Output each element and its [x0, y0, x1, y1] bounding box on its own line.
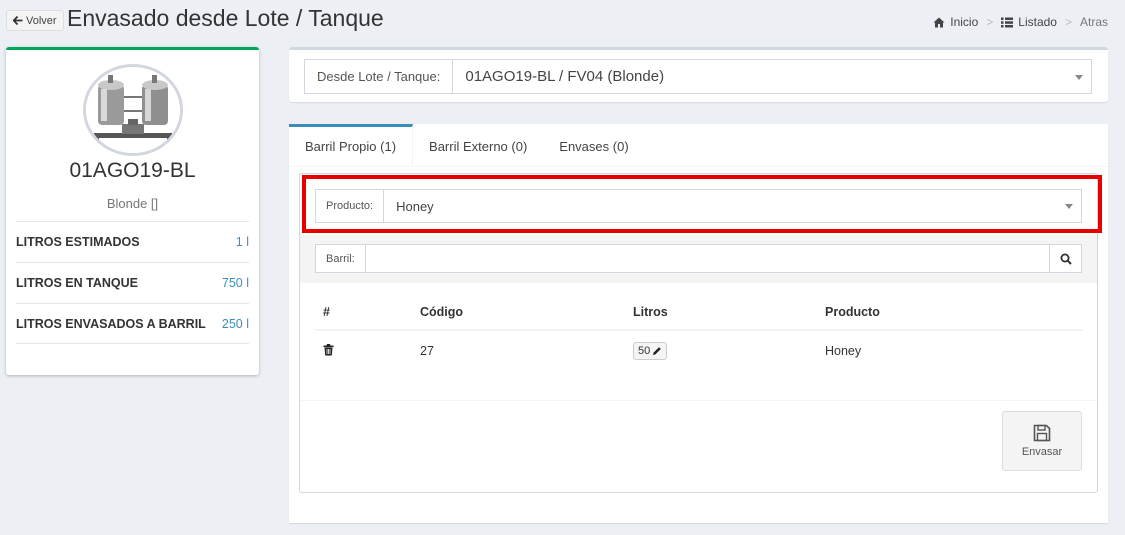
breadcrumb: Inicio > Listado > Atras [933, 15, 1108, 29]
back-button[interactable]: Volver [6, 10, 64, 31]
tab-bar: Barril Propio (1) Barril Externo (0) Env… [289, 124, 1108, 167]
breadcrumb-separator: > [1064, 15, 1072, 29]
back-button-label: Volver [26, 14, 57, 27]
tab-envases[interactable]: Envases (0) [543, 124, 644, 166]
tab-barril-propio[interactable]: Barril Propio (1) [289, 124, 414, 166]
pencil-icon [653, 347, 662, 355]
lote-select-box: Desde Lote / Tanque: 01AGO19-BL / FV04 (… [289, 47, 1108, 102]
producto-label: Producto: [316, 190, 385, 222]
barril-search-group: Barril: [315, 244, 1082, 273]
barril-label: Barril: [316, 245, 366, 272]
breadcrumb-listado[interactable]: Listado [1018, 15, 1057, 29]
tank-image [83, 64, 183, 156]
edit-litros-button[interactable]: 50 [633, 342, 668, 360]
table-row: 27 50 Honey [315, 331, 1083, 371]
envasar-label: Envasar [1021, 446, 1063, 458]
search-button[interactable] [1049, 245, 1081, 272]
trash-icon [323, 343, 334, 355]
row-producto: Honey [825, 344, 862, 358]
col-header-litros: Litros [633, 305, 668, 319]
table-header: # Código Litros Producto [315, 295, 1083, 331]
col-header-number: # [323, 305, 330, 319]
row-litros-cell: 50 [633, 342, 825, 360]
chevron-down-icon [1075, 74, 1083, 80]
lote-select[interactable]: Desde Lote / Tanque: 01AGO19-BL / FV04 (… [304, 59, 1092, 94]
page-title: Envasado desde Lote / Tanque [67, 5, 384, 31]
box-footer-divider [300, 400, 1097, 401]
lote-select-value[interactable]: 01AGO19-BL / FV04 (Blonde) [453, 60, 1091, 93]
save-icon [1033, 424, 1051, 442]
tab-barril-externo[interactable]: Barril Externo (0) [413, 124, 543, 166]
arrow-left-icon [13, 16, 23, 25]
stat-label: LITROS EN TANQUE [16, 276, 138, 290]
stat-value: 250 l [221, 316, 249, 331]
lot-profile-card: 01AGO19-BL Blonde [] LITROS ESTIMADOS 1 … [6, 47, 259, 375]
lot-subtitle: Blonde [] [106, 196, 159, 211]
stat-label: LITROS ENVASADOS A BARRIL [16, 316, 206, 331]
lote-select-text: 01AGO19-BL / FV04 (Blonde) [465, 68, 665, 85]
barriles-table: # Código Litros Producto 27 50 Honey [315, 295, 1083, 371]
lot-stats-list: LITROS ESTIMADOS 1 l LITROS EN TANQUE 75… [16, 221, 249, 344]
envasar-button[interactable]: Envasar [1002, 411, 1082, 471]
home-icon [933, 17, 945, 27]
stat-label: LITROS ESTIMADOS [16, 235, 140, 249]
envasado-tabs-panel: Barril Propio (1) Barril Externo (0) Env… [289, 124, 1108, 523]
producto-select-text: Honey [396, 198, 434, 214]
barril-propio-box: Producto: Honey Barril: # Código Litros … [299, 173, 1102, 493]
chevron-down-icon [1065, 204, 1073, 209]
lot-name: 01AGO19-BL [69, 159, 196, 182]
stat-value: 1 l [235, 235, 249, 249]
breadcrumb-atras[interactable]: Atras [1080, 15, 1108, 29]
row-litros: 50 [638, 345, 651, 357]
lote-select-label: Desde Lote / Tanque: [305, 60, 454, 93]
stat-litros-estimados: LITROS ESTIMADOS 1 l [16, 221, 249, 262]
producto-select[interactable]: Producto: Honey [315, 189, 1082, 223]
row-delete-button[interactable] [315, 343, 420, 359]
stat-litros-envasados: LITROS ENVASADOS A BARRIL 250 l [16, 303, 249, 344]
barril-input[interactable] [366, 245, 1049, 272]
producto-select-value[interactable]: Honey [384, 190, 1081, 222]
search-icon [1060, 253, 1072, 265]
list-icon [1001, 17, 1014, 27]
stat-litros-en-tanque: LITROS EN TANQUE 750 l [16, 262, 249, 303]
row-codigo: 27 [420, 344, 434, 358]
stat-value: 750 l [221, 276, 249, 290]
col-header-producto: Producto [825, 305, 880, 319]
col-header-codigo: Código [420, 305, 464, 319]
breadcrumb-separator: > [986, 15, 994, 29]
breadcrumb-inicio[interactable]: Inicio [950, 15, 978, 29]
